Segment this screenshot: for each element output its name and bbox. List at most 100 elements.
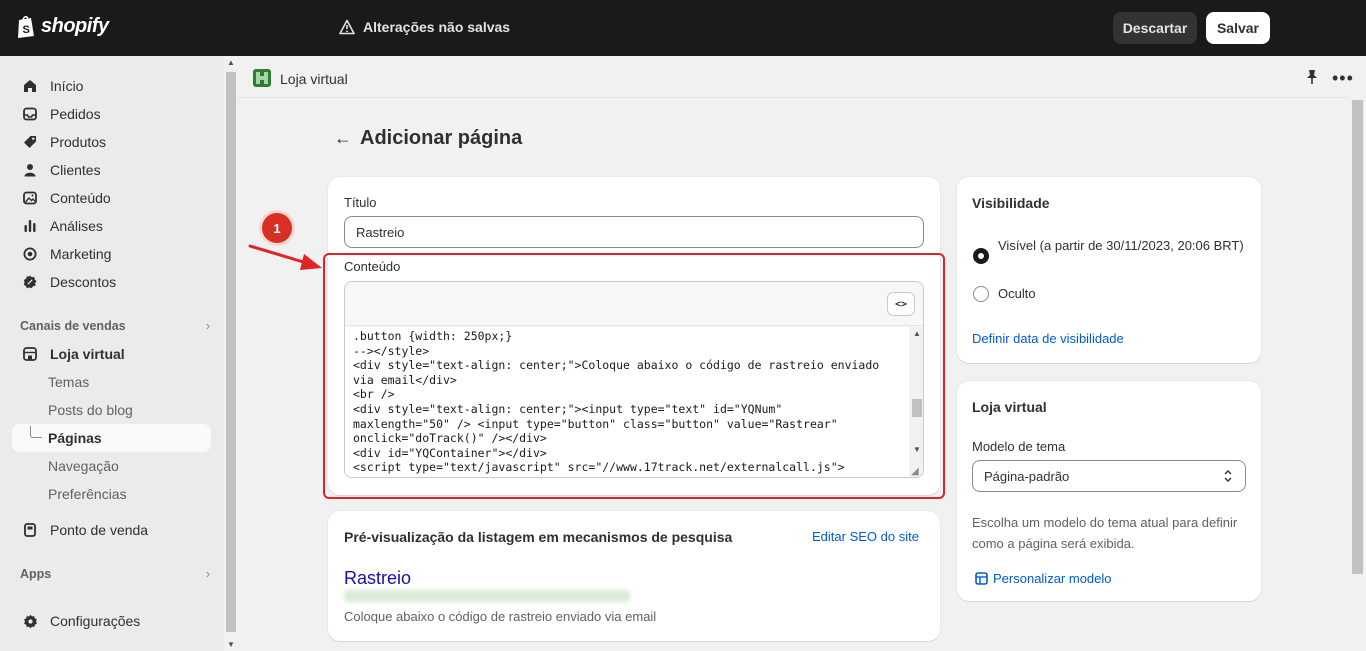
title-field[interactable]: Rastreio [344, 216, 924, 248]
svg-text:S: S [23, 24, 30, 36]
sidebar-item-label: Configurações [50, 613, 141, 629]
shopify-logo[interactable]: S shopify [16, 14, 109, 38]
sidebar-item-inicio[interactable]: Início [12, 72, 211, 100]
sidebar-subitem-paginas[interactable]: Páginas [12, 424, 211, 452]
visible-radio-label: Visível (a partir de 30/11/2023, 20:06 B… [998, 238, 1244, 253]
scrollbar-thumb[interactable] [1352, 100, 1363, 574]
sidebar-item-produtos[interactable]: Produtos [12, 128, 211, 156]
scroll-down-arrow-icon[interactable]: ▼ [227, 640, 235, 649]
sidebar-item-label: Descontos [50, 274, 117, 290]
unsaved-text: Alterações não salvas [363, 19, 511, 35]
seo-preview-card: Pré-visualização da listagem em mecanism… [328, 511, 940, 641]
gear-icon [22, 613, 38, 629]
title-field-value: Rastreio [356, 224, 405, 240]
back-arrow-icon[interactable]: ← [334, 128, 352, 149]
sidebar-subitem-label: Temas [48, 374, 90, 390]
scrollbar-thumb[interactable] [226, 72, 236, 632]
online-store-app-icon [253, 69, 271, 87]
inbox-icon [22, 106, 38, 122]
sidebar-item-label: Análises [50, 218, 103, 234]
sidebar-item-loja-virtual[interactable]: Loja virtual [12, 340, 211, 368]
sidebar-item-label: Conteúdo [50, 190, 111, 206]
sidebar-item-label: Pedidos [50, 106, 101, 122]
scroll-up-arrow-icon[interactable]: ▲ [227, 58, 235, 67]
theme-model-value: Página-padrão [984, 468, 1070, 484]
warning-icon [339, 19, 355, 35]
pos-icon [22, 522, 38, 538]
sidebar: Início Pedidos Produtos Clientes Conteúd… [0, 56, 224, 651]
pin-icon[interactable] [1305, 69, 1319, 85]
bar-chart-icon [22, 218, 38, 234]
annotation-badge: 1 [262, 213, 292, 243]
sidebar-item-clientes[interactable]: Clientes [12, 156, 211, 184]
sidebar-subitem-posts-do-blog[interactable]: Posts do blog [12, 396, 211, 424]
main-scrollbar[interactable] [1349, 96, 1366, 651]
discard-button[interactable]: Descartar [1113, 12, 1197, 44]
sidebar-item-label: Produtos [50, 134, 107, 150]
page-title: Adicionar página [360, 127, 523, 149]
customize-template-link[interactable]: Personalizar modelo [993, 571, 1112, 586]
sidebar-item-pedidos[interactable]: Pedidos [12, 100, 211, 128]
tag-icon [22, 134, 38, 150]
seo-heading: Pré-visualização da listagem em mecanism… [344, 529, 733, 545]
app-header-bar: Loja virtual ••• [238, 56, 1366, 98]
seo-preview-description: Coloque abaixo o código de rastreio envi… [344, 609, 657, 624]
set-visibility-date-link[interactable]: Definir data de visibilidade [972, 331, 1124, 346]
sidebar-item-label: Ponto de venda [50, 522, 149, 538]
sidebar-subitem-temas[interactable]: Temas [12, 368, 211, 396]
sidebar-item-descontos[interactable]: Descontos [12, 268, 211, 296]
sidebar-item-conteudo[interactable]: Conteúdo [12, 184, 211, 212]
seo-preview-url-redacted [344, 590, 630, 602]
edit-seo-link[interactable]: Editar SEO do site [812, 529, 919, 544]
visible-radio[interactable] [973, 248, 989, 264]
person-icon [22, 162, 38, 178]
visibility-card: Visibilidade Visível (a partir de 30/11/… [957, 177, 1261, 363]
sidebar-item-analises[interactable]: Análises [12, 212, 211, 240]
sidebar-item-marketing[interactable]: Marketing [12, 240, 211, 268]
annotation-highlight-box [323, 253, 945, 499]
sidebar-subitem-label: Preferências [48, 486, 127, 502]
sidebar-scrollbar[interactable]: ▲ ▼ [224, 56, 238, 651]
sidebar-item-label: Clientes [50, 162, 101, 178]
sidebar-subitem-label: Páginas [48, 430, 102, 446]
sales-channels-heading[interactable]: Canais de vendas › [20, 319, 210, 333]
annotation-arrow-icon [248, 244, 322, 270]
storefront-icon [22, 346, 38, 362]
logo-text: shopify [41, 14, 109, 37]
sidebar-subitem-preferencias[interactable]: Preferências [12, 480, 211, 508]
title-field-label: Título [344, 195, 377, 210]
layout-icon [975, 572, 988, 585]
hidden-radio[interactable] [973, 286, 989, 302]
apps-label: Apps [20, 567, 52, 581]
home-icon [22, 78, 38, 94]
image-icon [22, 190, 38, 206]
seo-preview-title: Rastreio [344, 568, 412, 588]
sidebar-item-label: Loja virtual [50, 346, 125, 362]
template-heading: Loja virtual [972, 399, 1047, 415]
discount-icon [22, 274, 38, 290]
tree-branch-icon [30, 426, 42, 438]
more-options-icon[interactable]: ••• [1332, 68, 1354, 89]
hidden-radio-label: Oculto [998, 286, 1036, 301]
select-chevron-icon [1224, 470, 1232, 482]
chevron-right-icon: › [205, 319, 210, 333]
sidebar-subitem-label: Navegação [48, 458, 119, 474]
sidebar-item-label: Marketing [50, 246, 112, 262]
sidebar-item-configuracoes[interactable]: Configurações [12, 607, 211, 635]
sales-channels-label: Canais de vendas [20, 319, 126, 333]
apps-heading[interactable]: Apps › [20, 567, 210, 581]
target-icon [22, 246, 38, 262]
save-button[interactable]: Salvar [1206, 12, 1270, 44]
template-help-text: Escolha um modelo do tema atual para def… [972, 515, 1238, 551]
unsaved-changes-indicator: Alterações não salvas [339, 19, 510, 35]
shopify-bag-icon: S [18, 15, 34, 38]
store-name[interactable]: Loja virtual [280, 71, 348, 87]
visibility-heading: Visibilidade [972, 195, 1050, 211]
theme-template-card: Loja virtual Modelo de tema Página-padrã… [957, 381, 1261, 601]
sidebar-item-label: Início [50, 78, 84, 94]
top-bar: S shopify Alterações não salvas Descarta… [0, 0, 1366, 56]
sidebar-subitem-navegacao[interactable]: Navegação [12, 452, 211, 480]
theme-model-select[interactable]: Página-padrão [972, 460, 1246, 492]
sidebar-item-ponto-de-venda[interactable]: Ponto de venda [12, 516, 211, 544]
theme-model-label: Modelo de tema [972, 439, 1066, 454]
